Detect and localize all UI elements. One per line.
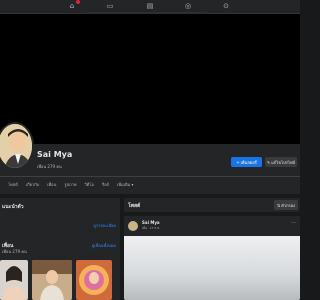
filter-button[interactable]: ⇅ ตัวกรอง (273, 200, 298, 210)
posts-title: โพสต์ (128, 203, 141, 209)
post-author-avatar[interactable] (128, 221, 138, 231)
tab-posts[interactable]: โพสต์ (0, 178, 22, 192)
video-icon[interactable]: ▭ (105, 2, 115, 11)
tab-more[interactable]: เพิ่มเติม ▾ (113, 178, 138, 192)
filter-icon: ⇅ (276, 202, 281, 208)
plus-icon: + (236, 159, 240, 165)
notification-dot (76, 0, 80, 4)
see-all-friends-link[interactable]: ดูเพื่อนทั้งหมด (92, 242, 116, 249)
tab-about[interactable]: เกี่ยวกับ (22, 178, 43, 192)
tab-photos[interactable]: รูปภาพ (60, 178, 80, 192)
post-card: Sai Mya เมื่อ · 17 ก.ย. · ··· (124, 216, 300, 300)
tabs-divider (0, 176, 300, 177)
gaming-icon[interactable]: ⊙ (221, 2, 231, 11)
filter-label: ตัวกรอง (281, 202, 295, 208)
friend-photo-3[interactable] (76, 260, 112, 300)
tab-videos[interactable]: วิดีโอ (81, 178, 98, 192)
friend-photo-1[interactable] (0, 260, 28, 300)
add-story-button[interactable]: + เพิ่มสตอรี่ (231, 157, 262, 167)
friends-count: เพื่อน 279 คน (2, 249, 27, 254)
intro-title: แนะนำตัว (2, 204, 24, 210)
profile-name: Sai Mya (37, 150, 73, 159)
tab-friends[interactable]: เพื่อน (43, 178, 60, 192)
marketplace-icon[interactable]: ▤ (145, 2, 155, 11)
friend-photo-2-image (32, 260, 72, 300)
posts-header: โพสต์ ⇅ ตัวกรอง (124, 198, 300, 212)
edit-profile-label: แก้ไขโปรไฟล์ (271, 159, 296, 165)
profile-tabs: โพสต์ เกี่ยวกับ เพื่อน รูปภาพ วิดีโอ รีล… (0, 178, 300, 192)
add-story-label: เพิ่มสตอรี่ (240, 159, 257, 165)
intro-link[interactable]: ดูรายละเอียด (93, 222, 116, 229)
cover-photo[interactable] (0, 14, 300, 144)
post-image[interactable] (124, 236, 300, 300)
pencil-icon: ✎ (266, 159, 271, 165)
post-meta[interactable]: เมื่อ · 17 ก.ย. · (142, 226, 162, 231)
profile-friends-count[interactable]: เพื่อน 279 คน (37, 163, 62, 170)
edit-profile-button[interactable]: ✎ แก้ไขโปรไฟล์ (265, 157, 297, 167)
post-more-icon[interactable]: ··· (291, 220, 296, 226)
friend-photo-2[interactable] (32, 260, 72, 300)
home-icon[interactable]: ⌂ (67, 0, 80, 11)
friend-photo-3-image (76, 260, 112, 300)
groups-icon[interactable]: ◎ (183, 2, 193, 11)
friend-photo-1-image (0, 260, 28, 300)
post-author-name[interactable]: Sai Mya (142, 220, 160, 225)
tab-reels[interactable]: รีลส์ (98, 178, 113, 192)
